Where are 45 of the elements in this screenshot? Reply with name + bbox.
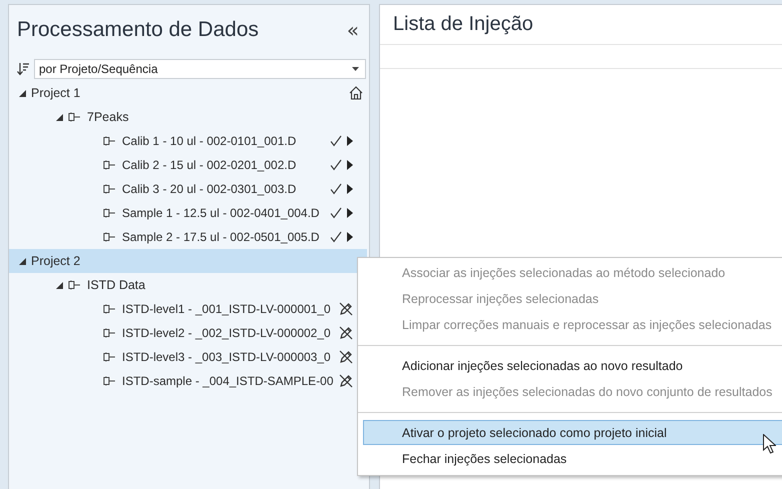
play-icon[interactable] bbox=[347, 160, 353, 170]
plug-icon bbox=[103, 328, 116, 338]
plug-icon bbox=[103, 208, 116, 218]
injection-label[interactable]: Sample 2 - 17.5 ul - 002-0501_005.D bbox=[122, 230, 320, 244]
project-row[interactable]: Project 1 bbox=[9, 81, 367, 105]
plug-icon bbox=[103, 304, 116, 314]
play-icon[interactable] bbox=[347, 184, 353, 194]
menu-item[interactable]: Ativar o projeto selecionado como projeto inicial bbox=[363, 420, 782, 445]
expander-icon[interactable] bbox=[19, 258, 26, 264]
plug-icon bbox=[103, 160, 116, 170]
menu-item[interactable]: Adicionar injeções selecionadas ao novo resultado bbox=[363, 353, 782, 378]
plug-icon bbox=[68, 112, 81, 122]
panel-title: Lista de Injeção bbox=[393, 13, 534, 36]
plug-icon bbox=[103, 136, 116, 146]
expander-icon[interactable] bbox=[19, 90, 26, 96]
plug-icon bbox=[103, 184, 116, 194]
project-row[interactable]: Project 2 bbox=[9, 249, 367, 273]
injection-label[interactable]: ISTD-level2 - _002_ISTD-LV-000002_0 bbox=[122, 326, 331, 340]
panel-title: Processamento de Dados bbox=[17, 18, 259, 42]
injection-label[interactable]: Calib 1 - 10 ul - 002-0101_001.D bbox=[122, 134, 296, 148]
injection-label[interactable]: Calib 3 - 20 ul - 002-0301_003.D bbox=[122, 182, 296, 196]
sequence-label: ISTD Data bbox=[87, 278, 146, 292]
plug-icon bbox=[103, 352, 116, 362]
collapse-button[interactable]: « bbox=[344, 18, 361, 42]
play-icon[interactable] bbox=[347, 208, 353, 218]
sort-icon[interactable] bbox=[17, 62, 30, 76]
injection-label[interactable]: ISTD-level3 - _003_ISTD-LV-000003_0 bbox=[122, 350, 331, 364]
menu-item[interactable]: Fechar injeções selecionadas bbox=[363, 446, 782, 471]
expander-icon[interactable] bbox=[56, 114, 63, 120]
sort-dropdown[interactable]: por Projeto/Sequência bbox=[34, 59, 366, 79]
project-label: Project 1 bbox=[31, 86, 82, 100]
play-icon[interactable] bbox=[347, 136, 353, 146]
plug-icon bbox=[68, 280, 81, 290]
mouse-cursor-icon bbox=[763, 434, 776, 454]
injection-label[interactable]: ISTD-level1 - _001_ISTD-LV-000001_0 bbox=[122, 302, 331, 316]
play-icon[interactable] bbox=[347, 232, 353, 242]
injection-label[interactable]: Calib 2 - 15 ul - 002-0201_002.D bbox=[122, 158, 296, 172]
injection-label[interactable]: ISTD-sample - _004_ISTD-SAMPLE-00 bbox=[122, 374, 334, 388]
project-label: Project 2 bbox=[31, 254, 82, 268]
expander-icon[interactable] bbox=[56, 282, 63, 288]
plug-icon bbox=[103, 232, 116, 242]
injection-label[interactable]: Sample 1 - 12.5 ul - 002-0401_004.D bbox=[122, 206, 320, 220]
sequence-label: 7Peaks bbox=[87, 110, 129, 124]
dropdown-arrow-icon[interactable] bbox=[352, 67, 359, 71]
plug-icon bbox=[103, 376, 116, 386]
